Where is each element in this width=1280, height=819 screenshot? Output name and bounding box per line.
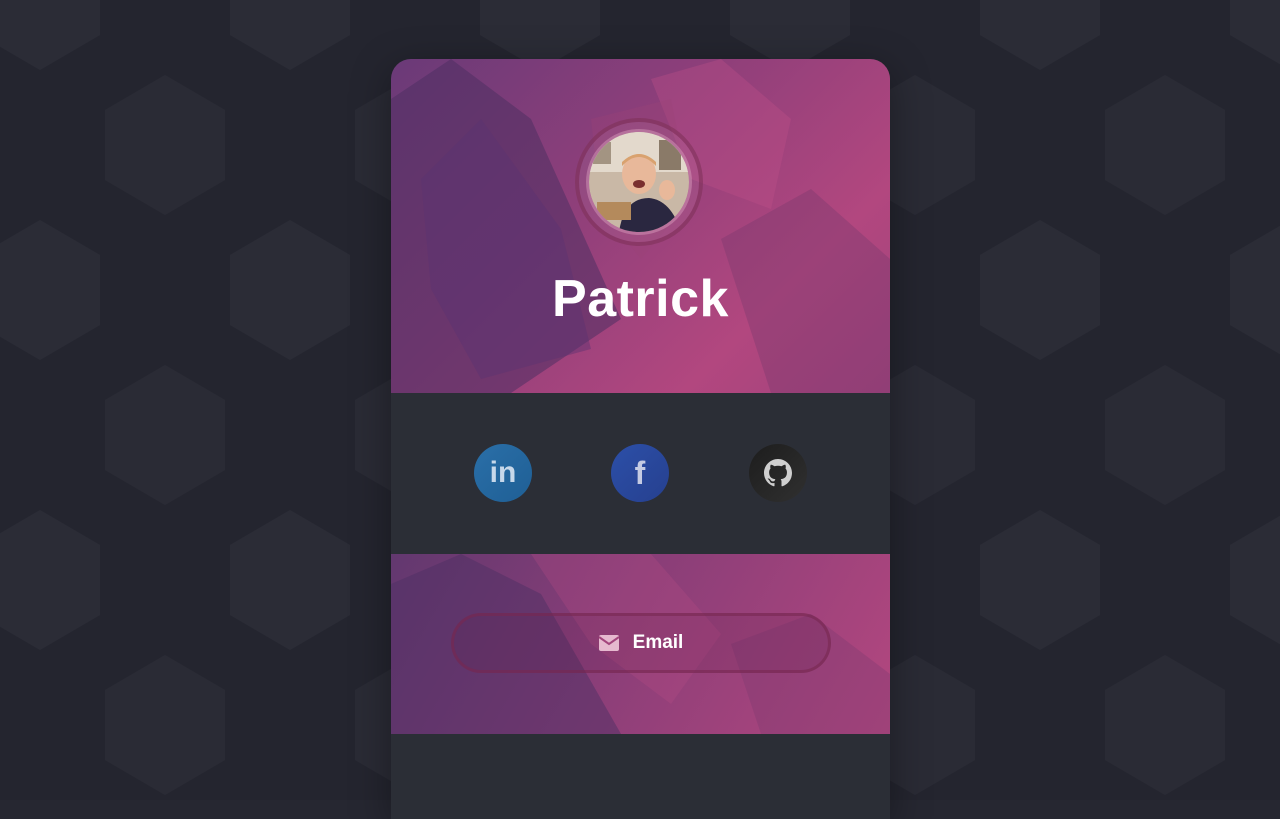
contact-section: Email [391,554,890,734]
avatar-photo [589,132,689,232]
profile-name: Patrick [552,270,729,328]
email-button-label: Email [632,632,684,653]
facebook-button[interactable]: f [611,444,669,502]
email-button[interactable]: Email [451,613,831,673]
profile-header: Patrick [391,59,890,393]
linkedin-button[interactable]: in [474,444,532,502]
profile-card: Patrick in f Email [391,59,890,819]
social-links: in f [391,393,890,554]
avatar-frame [575,118,703,246]
envelope-icon [598,635,619,651]
card-footer [391,734,890,819]
github-icon [764,459,792,487]
linkedin-icon: in [489,456,517,489]
github-button[interactable] [749,444,807,502]
avatar [586,129,692,235]
facebook-icon: f [634,454,646,491]
